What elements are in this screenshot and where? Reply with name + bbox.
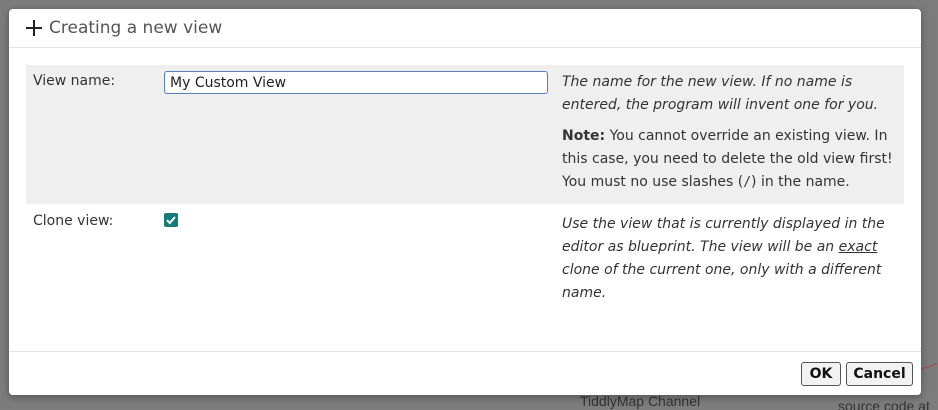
ok-button[interactable]: OK <box>801 362 841 386</box>
background-channel-text: TiddlyMap Channel <box>580 393 701 409</box>
view-form: View name: The name for the new view. If… <box>26 65 904 311</box>
dialog-title: Creating a new view <box>49 18 223 38</box>
new-view-dialog: Creating a new view View name: The name … <box>9 9 921 395</box>
clone-view-row: Clone view: Use the view that is current… <box>26 204 904 311</box>
clone-view-help: Use the view that is currently displayed… <box>554 204 904 311</box>
dialog-header: Creating a new view <box>9 9 921 48</box>
dialog-footer: OK Cancel <box>9 351 921 395</box>
dialog-body: View name: The name for the new view. If… <box>9 48 921 351</box>
view-name-note: Note: You cannot override an existing vi… <box>562 125 894 194</box>
clone-view-label: Clone view: <box>33 213 114 229</box>
view-name-help: The name for the new view. If no name is… <box>554 65 904 204</box>
background-source-text: source code at <box>838 398 930 410</box>
note-code: / <box>743 175 752 190</box>
note-text-after: ) in the name. <box>751 174 850 190</box>
plus-icon <box>26 20 42 36</box>
note-label: Note: <box>562 128 606 144</box>
view-name-row: View name: The name for the new view. If… <box>26 65 904 204</box>
view-name-label: View name: <box>33 73 116 89</box>
view-name-help-text: The name for the new view. If no name is… <box>562 74 879 113</box>
clone-view-checkbox[interactable] <box>164 213 178 227</box>
cancel-button[interactable]: Cancel <box>846 362 913 386</box>
view-name-input[interactable] <box>164 71 548 94</box>
clone-help-before: Use the view that is currently displayed… <box>562 216 885 255</box>
clone-help-emphasis: exact <box>838 239 878 255</box>
checkmark-icon <box>166 216 176 225</box>
clone-help-after: clone of the current one, only with a di… <box>562 262 882 301</box>
